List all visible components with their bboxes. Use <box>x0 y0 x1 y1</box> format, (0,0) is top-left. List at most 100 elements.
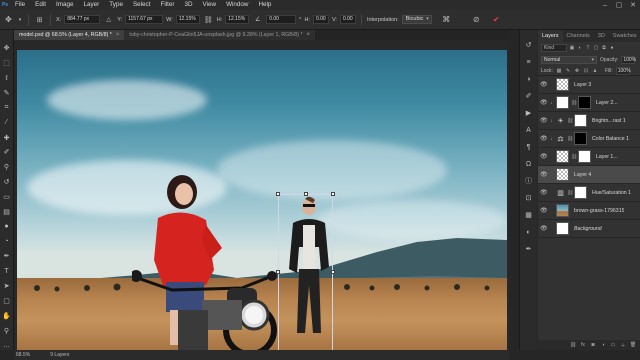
visibility-eye-icon[interactable]: 👁︎ <box>540 81 548 88</box>
layer-mask-thumbnail[interactable] <box>578 96 591 109</box>
height-field[interactable]: 12.15% <box>225 15 250 24</box>
new-layer-icon[interactable]: ＋ <box>620 342 626 349</box>
close-tab-icon[interactable]: × <box>307 32 311 38</box>
close-icon[interactable]: ✕ <box>626 0 640 10</box>
transform-handle[interactable] <box>276 192 280 196</box>
type-tool-icon[interactable]: T <box>2 267 11 276</box>
layer-row[interactable]: 👁︎ ↓ ☀ ⛓ Brightn...rast 1 <box>538 112 640 130</box>
clone-stamp-tool-icon[interactable]: ⚲ <box>2 163 11 172</box>
layer-row[interactable]: 👁︎ Layer 4 <box>538 166 640 184</box>
layer-thumbnail[interactable] <box>556 168 569 181</box>
mask-link-icon[interactable]: ⛓ <box>571 154 577 160</box>
reference-point-icon[interactable]: ⊞ <box>34 14 45 25</box>
layer-row[interactable]: 👁︎ Background <box>538 220 640 238</box>
navigator-panel-icon[interactable]: ⊡ <box>524 193 534 203</box>
blend-mode-select[interactable]: Normal <box>541 56 597 64</box>
layer-row[interactable]: 👁︎ ↓ ⛓ Layer 2... <box>538 94 640 112</box>
lock-transparent-icon[interactable]: ▦ <box>556 68 562 74</box>
history-panel-icon[interactable]: ↺ <box>524 40 534 50</box>
path-selection-tool-icon[interactable]: ➤ <box>2 282 11 291</box>
type-filter-icon[interactable]: T <box>585 45 591 51</box>
dodge-tool-icon[interactable]: ◔ <box>2 237 11 246</box>
layer-mask-thumbnail[interactable] <box>578 150 591 163</box>
menu-window[interactable]: Window <box>221 0 253 10</box>
libraries-panel-icon[interactable]: ▦ <box>524 210 534 220</box>
quick-select-tool-icon[interactable]: ✎ <box>2 89 11 98</box>
adjustment-filter-icon[interactable]: ◐ <box>577 45 583 51</box>
visibility-eye-icon[interactable]: 👁︎ <box>540 171 548 178</box>
menu-type[interactable]: Type <box>104 0 128 10</box>
visibility-eye-icon[interactable]: 👁︎ <box>540 99 548 106</box>
close-tab-icon[interactable]: × <box>116 32 120 38</box>
healing-brush-tool-icon[interactable]: ✚ <box>2 133 11 142</box>
menu-help[interactable]: Help <box>253 0 276 10</box>
menu-select[interactable]: Select <box>128 0 156 10</box>
layer-row[interactable]: 👁︎ ▥ ⛓ Hue/Saturation 1 <box>538 184 640 202</box>
eyedropper-tool-icon[interactable]: ⁄ <box>2 118 11 127</box>
x-position-field[interactable]: 884.77 px <box>64 15 101 24</box>
menu-edit[interactable]: Edit <box>30 0 51 10</box>
visibility-eye-icon[interactable]: 👁︎ <box>540 117 548 124</box>
angle-field[interactable]: 0.00 <box>266 15 297 24</box>
info-panel-icon[interactable]: ⓘ <box>524 176 534 186</box>
canvas-workspace[interactable] <box>14 40 509 350</box>
link-aspect-icon[interactable]: ⛓ <box>203 14 214 25</box>
visibility-eye-icon[interactable]: 👁︎ <box>540 225 548 232</box>
document-info[interactable]: 9 Layers <box>50 352 69 358</box>
y-position-field[interactable]: 1157.67 px <box>125 15 164 24</box>
tab-toby-christopher-jpg[interactable]: toby-christopher-P-CeaGlin5JA-unsplash.j… <box>124 30 316 40</box>
fill-field[interactable]: 100% <box>615 66 631 75</box>
layer-row[interactable]: 👁︎ Layer 3 <box>538 76 640 94</box>
layer-row[interactable]: 👁︎ ⛓ Layer 1... <box>538 148 640 166</box>
brightness-icon[interactable]: ☀ <box>556 116 565 125</box>
layer-mask-thumbnail[interactable] <box>574 114 587 127</box>
layer-thumbnail[interactable] <box>556 96 569 109</box>
new-group-icon[interactable]: ▭ <box>610 342 616 348</box>
more-tools-icon[interactable]: … <box>2 341 11 350</box>
move-tool-icon[interactable]: ✥ <box>2 44 11 53</box>
lock-pixels-icon[interactable]: ✎ <box>565 68 571 74</box>
layer-row[interactable]: 👁︎ brown-grass-1796315 <box>538 202 640 220</box>
mask-link-icon[interactable]: ⛓ <box>571 100 577 106</box>
visibility-eye-icon[interactable]: 👁︎ <box>540 207 548 214</box>
tab-layers[interactable]: Layers <box>538 30 563 42</box>
lasso-tool-icon[interactable]: ℓ <box>2 74 11 83</box>
pixel-filter-icon[interactable]: ▣ <box>569 45 575 51</box>
brush-panel-icon[interactable]: ✐ <box>524 91 534 101</box>
layer-thumbnail[interactable] <box>556 78 569 91</box>
tab-swatches[interactable]: Swatches <box>609 30 640 42</box>
gradient-tool-icon[interactable]: ▤ <box>2 207 11 216</box>
visibility-eye-icon[interactable]: 👁︎ <box>540 135 548 142</box>
brush-tool-icon[interactable]: ✐ <box>2 148 11 157</box>
width-field[interactable]: 12.15% <box>175 15 200 24</box>
smart-object-filter-icon[interactable]: ⧉ <box>601 45 607 51</box>
tab-channels[interactable]: Channels <box>563 30 594 42</box>
menu-image[interactable]: Image <box>51 0 79 10</box>
interpolation-select[interactable]: Bicubic <box>401 15 432 24</box>
zoom-level[interactable]: 68.5% <box>16 352 30 358</box>
transform-handle[interactable] <box>331 192 335 196</box>
layer-mask-thumbnail[interactable] <box>574 186 587 199</box>
layer-kind-filter[interactable]: Kind <box>541 44 567 52</box>
link-layers-icon[interactable]: ⛓ <box>570 342 576 348</box>
transform-handle[interactable] <box>331 270 335 274</box>
pen-tool-icon[interactable]: ✒ <box>2 252 11 261</box>
layer-thumbnail[interactable] <box>556 222 569 235</box>
eraser-tool-icon[interactable]: ▭ <box>2 193 11 202</box>
visibility-eye-icon[interactable]: 👁︎ <box>540 153 548 160</box>
menu-file[interactable]: File <box>10 0 30 10</box>
lock-artboard-icon[interactable]: ⊡ <box>583 68 589 74</box>
horizontal-skew-field[interactable]: 0.00 <box>312 15 329 24</box>
layer-row[interactable]: 👁︎ ↓ ⚖ ⛓ Color Balance 1 <box>538 130 640 148</box>
cancel-transform-icon[interactable]: ⊘ <box>471 14 482 25</box>
character-panel-icon[interactable]: A <box>524 125 534 135</box>
menu-3d[interactable]: 3D <box>179 0 197 10</box>
menu-view[interactable]: View <box>198 0 222 10</box>
lock-all-icon[interactable]: 🔒︎ <box>592 68 598 74</box>
add-mask-icon[interactable]: ◙ <box>590 342 596 348</box>
layer-thumbnail[interactable] <box>556 204 569 217</box>
move-tool-icon[interactable]: ✥ <box>3 14 14 25</box>
delta-icon[interactable]: △ <box>103 14 114 25</box>
mask-link-icon[interactable]: ⛓ <box>567 136 573 142</box>
tool-preset-chevron-icon[interactable]: ▾ <box>17 14 23 25</box>
